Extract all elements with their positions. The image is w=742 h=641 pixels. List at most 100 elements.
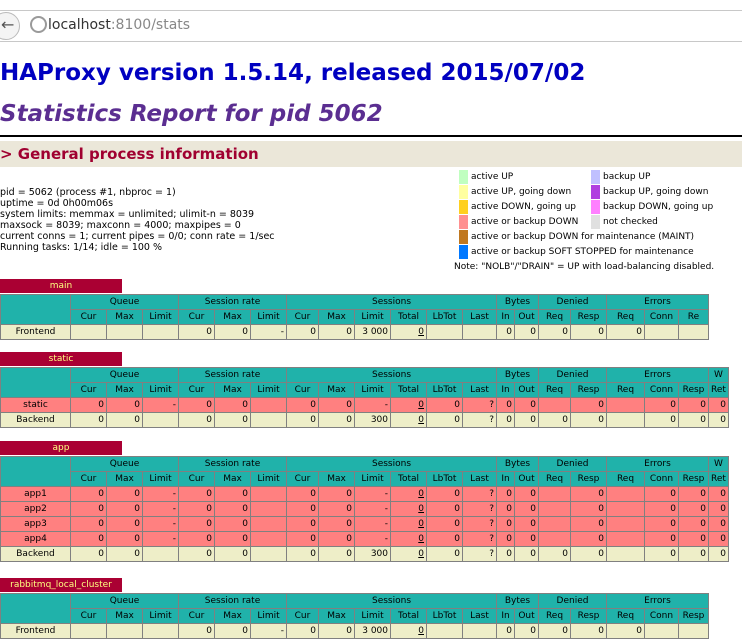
table-cell: 0 (570, 397, 607, 413)
table-cell: 0 (538, 412, 571, 428)
table-cell: 0 (678, 412, 709, 428)
table-cell (462, 324, 497, 340)
row-name[interactable]: Backend (0, 546, 71, 562)
column-header: Last (462, 471, 497, 487)
table-cell (538, 397, 571, 413)
legend-label: backup UP (603, 172, 651, 182)
column-header: Max (106, 608, 143, 624)
row-name[interactable]: static (0, 397, 71, 413)
column-header: In (496, 382, 515, 398)
table-cell: 0 (70, 501, 107, 517)
group-header: Bytes (496, 294, 539, 310)
legend-label: active or backup DOWN (471, 217, 579, 227)
table-cell: 0 (708, 397, 729, 413)
table-cell: 0 (606, 324, 645, 340)
row-name[interactable]: app3 (0, 516, 71, 532)
table-cell: 0 (390, 623, 427, 639)
legend-swatch (591, 185, 600, 199)
row-name[interactable]: app4 (0, 531, 71, 547)
row-name[interactable]: app1 (0, 486, 71, 502)
legend-label: backup UP, going down (603, 187, 709, 197)
table-cell (250, 501, 287, 517)
table-row: app3 0 0-0 0 0 0-0 0? 0 0 0 0 0 0 (0, 516, 729, 532)
table-cell (538, 531, 571, 547)
table-cell (606, 516, 645, 532)
browser-toolbar: ← localhost:8100/stats (0, 0, 742, 48)
table-cell: ? (462, 412, 497, 428)
column-header: Max (106, 471, 143, 487)
table-cell: - (250, 623, 287, 639)
process-info-line: Running tasks: 1/14; idle = 100 % (0, 242, 163, 253)
group-header: Session rate (178, 593, 287, 609)
table-cell: 0 (538, 623, 571, 639)
legend-item: not checked (591, 215, 658, 230)
table-cell: - (354, 501, 391, 517)
column-header: Req (538, 309, 571, 325)
proxy-title-app[interactable]: app (0, 441, 122, 455)
header-corner (0, 367, 71, 398)
table-cell (644, 623, 679, 639)
column-header: Max (214, 471, 251, 487)
group-header: Session rate (178, 456, 287, 472)
table-cell: 0 (570, 516, 607, 532)
column-header: Limit (250, 608, 287, 624)
column-header: Limit (354, 309, 391, 325)
page-title: HAProxy version 1.5.14, released 2015/07… (0, 60, 586, 86)
table-cell (142, 623, 179, 639)
proxy-title-rabbit[interactable]: rabbitmq_local_cluster (0, 578, 122, 592)
proxy-title-main[interactable]: main (0, 279, 122, 293)
group-header: Bytes (496, 367, 539, 383)
column-header: Max (106, 382, 143, 398)
table-cell: 0 (286, 623, 319, 639)
column-header: Cur (286, 382, 319, 398)
table-cell: 0 (390, 546, 427, 562)
table-cell: ? (462, 397, 497, 413)
row-name[interactable]: Backend (0, 412, 71, 428)
row-name[interactable]: app2 (0, 501, 71, 517)
column-header: Resp (678, 382, 709, 398)
legend-label: active or backup DOWN for maintenance (M… (471, 232, 695, 242)
table-cell: 0 (644, 397, 679, 413)
table-cell: 0 (390, 516, 427, 532)
column-header: Out (514, 608, 539, 624)
column-header: Resp (570, 382, 607, 398)
column-header: Last (462, 309, 497, 325)
group-header: Errors (606, 294, 709, 310)
table-cell (538, 501, 571, 517)
group-header: Denied (538, 456, 607, 472)
table-row: app2 0 0-0 0 0 0-0 0? 0 0 0 0 0 0 (0, 501, 729, 517)
legend-swatch (459, 215, 468, 229)
table-cell: 3 000 (354, 324, 391, 340)
table-row: Backend 0 0 0 0 0 0 300 0 0? 0 0 0 0 0 0 0 (0, 546, 729, 562)
column-header: LbTot (426, 471, 463, 487)
url-text[interactable]: localhost:8100/stats (48, 17, 190, 33)
table-cell: - (354, 486, 391, 502)
table-cell: 0 (708, 531, 729, 547)
process-info: pid = 5062 (process #1, nbproc = 1) uptim… (0, 187, 275, 253)
proxy-title-static[interactable]: static (0, 352, 122, 366)
row-name[interactable]: Frontend (0, 623, 71, 639)
column-header: Cur (178, 471, 215, 487)
table-cell (142, 412, 179, 428)
table-cell: - (354, 397, 391, 413)
table-cell: 0 (570, 324, 607, 340)
table-cell: 0 (286, 397, 319, 413)
table-cell: 0 (678, 501, 709, 517)
row-name[interactable]: Frontend (0, 324, 71, 340)
column-header: Cur (70, 309, 107, 325)
table-cell: 0 (496, 412, 515, 428)
table-cell: - (142, 486, 179, 502)
table-cell: 0 (570, 546, 607, 562)
table-cell (70, 623, 107, 639)
legend-label: active UP (471, 172, 514, 182)
column-header: Cur (286, 309, 319, 325)
table-cell (142, 324, 179, 340)
legend-note: Note: "NOLB"/"DRAIN" = UP with load-bala… (454, 262, 715, 272)
table-cell (606, 546, 645, 562)
table-cell: 0 (538, 324, 571, 340)
legend-item: active UP, going down (459, 185, 571, 200)
table-cell: 0 (318, 501, 355, 517)
column-header: Max (318, 309, 355, 325)
column-header: Total (390, 382, 427, 398)
table-cell: 0 (390, 486, 427, 502)
